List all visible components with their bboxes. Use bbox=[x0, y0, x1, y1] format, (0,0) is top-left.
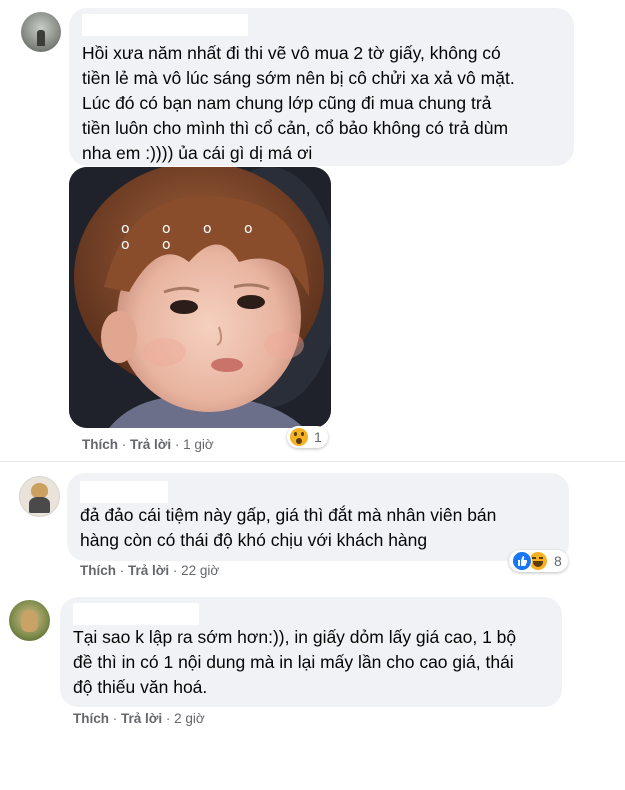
avatar-figure bbox=[21, 610, 38, 632]
redacted-name[interactable] bbox=[80, 481, 168, 503]
photo-overlay-dots: o o o o o o bbox=[121, 221, 267, 253]
reply-link[interactable]: Trả lời bbox=[121, 711, 162, 726]
avatar-figure bbox=[31, 483, 48, 498]
avatar-figure-body bbox=[29, 497, 50, 513]
like-icon bbox=[512, 551, 532, 571]
like-link[interactable]: Thích bbox=[82, 437, 118, 452]
comment-text: Hồi xưa năm nhất đi thi vẽ vô mua 2 tờ g… bbox=[82, 43, 515, 163]
redacted-name[interactable] bbox=[82, 14, 248, 36]
like-link[interactable]: Thích bbox=[80, 563, 116, 578]
comment-photo[interactable]: o o o o o o bbox=[69, 167, 331, 428]
action-separator: · bbox=[118, 437, 130, 452]
comment-text: Tại sao k lập ra sớm hơn:)), in giấy dỏm… bbox=[73, 627, 517, 697]
reply-link[interactable]: Trả lời bbox=[130, 437, 171, 452]
redacted-name[interactable] bbox=[73, 603, 199, 625]
divider bbox=[0, 461, 625, 462]
commenter-avatar[interactable] bbox=[21, 12, 61, 52]
thumbs-up-glyph bbox=[518, 556, 528, 566]
reaction-count: 8 bbox=[554, 553, 562, 569]
comment-actions: Thích · Trả lời · 2 giờ bbox=[73, 711, 205, 726]
commenter-avatar[interactable] bbox=[9, 600, 50, 641]
commenter-avatar[interactable] bbox=[19, 476, 60, 517]
action-separator: · bbox=[109, 711, 121, 726]
comment-actions: Thích · Trả lời · 1 giờ bbox=[82, 437, 214, 452]
reaction-summary[interactable]: 1 bbox=[287, 426, 328, 448]
reaction-summary[interactable]: 8 bbox=[509, 550, 568, 572]
comment-time[interactable]: 2 giờ bbox=[174, 711, 205, 726]
action-separator: · bbox=[116, 563, 128, 578]
action-separator: · bbox=[171, 437, 184, 452]
like-link[interactable]: Thích bbox=[73, 711, 109, 726]
reaction-count: 1 bbox=[314, 429, 322, 445]
avatar-figure bbox=[37, 30, 45, 46]
comment-time[interactable]: 22 giờ bbox=[181, 563, 219, 578]
reply-link[interactable]: Trả lời bbox=[128, 563, 169, 578]
action-separator: · bbox=[169, 563, 182, 578]
wow-icon bbox=[290, 428, 308, 446]
comment-time[interactable]: 1 giờ bbox=[183, 437, 214, 452]
baby-photo-illustration bbox=[69, 167, 331, 428]
action-separator: · bbox=[162, 711, 175, 726]
comment-actions: Thích · Trả lời · 22 giờ bbox=[80, 563, 219, 578]
comment-text: đả đảo cái tiệm này gấp, giá thì đắt mà … bbox=[80, 505, 497, 550]
